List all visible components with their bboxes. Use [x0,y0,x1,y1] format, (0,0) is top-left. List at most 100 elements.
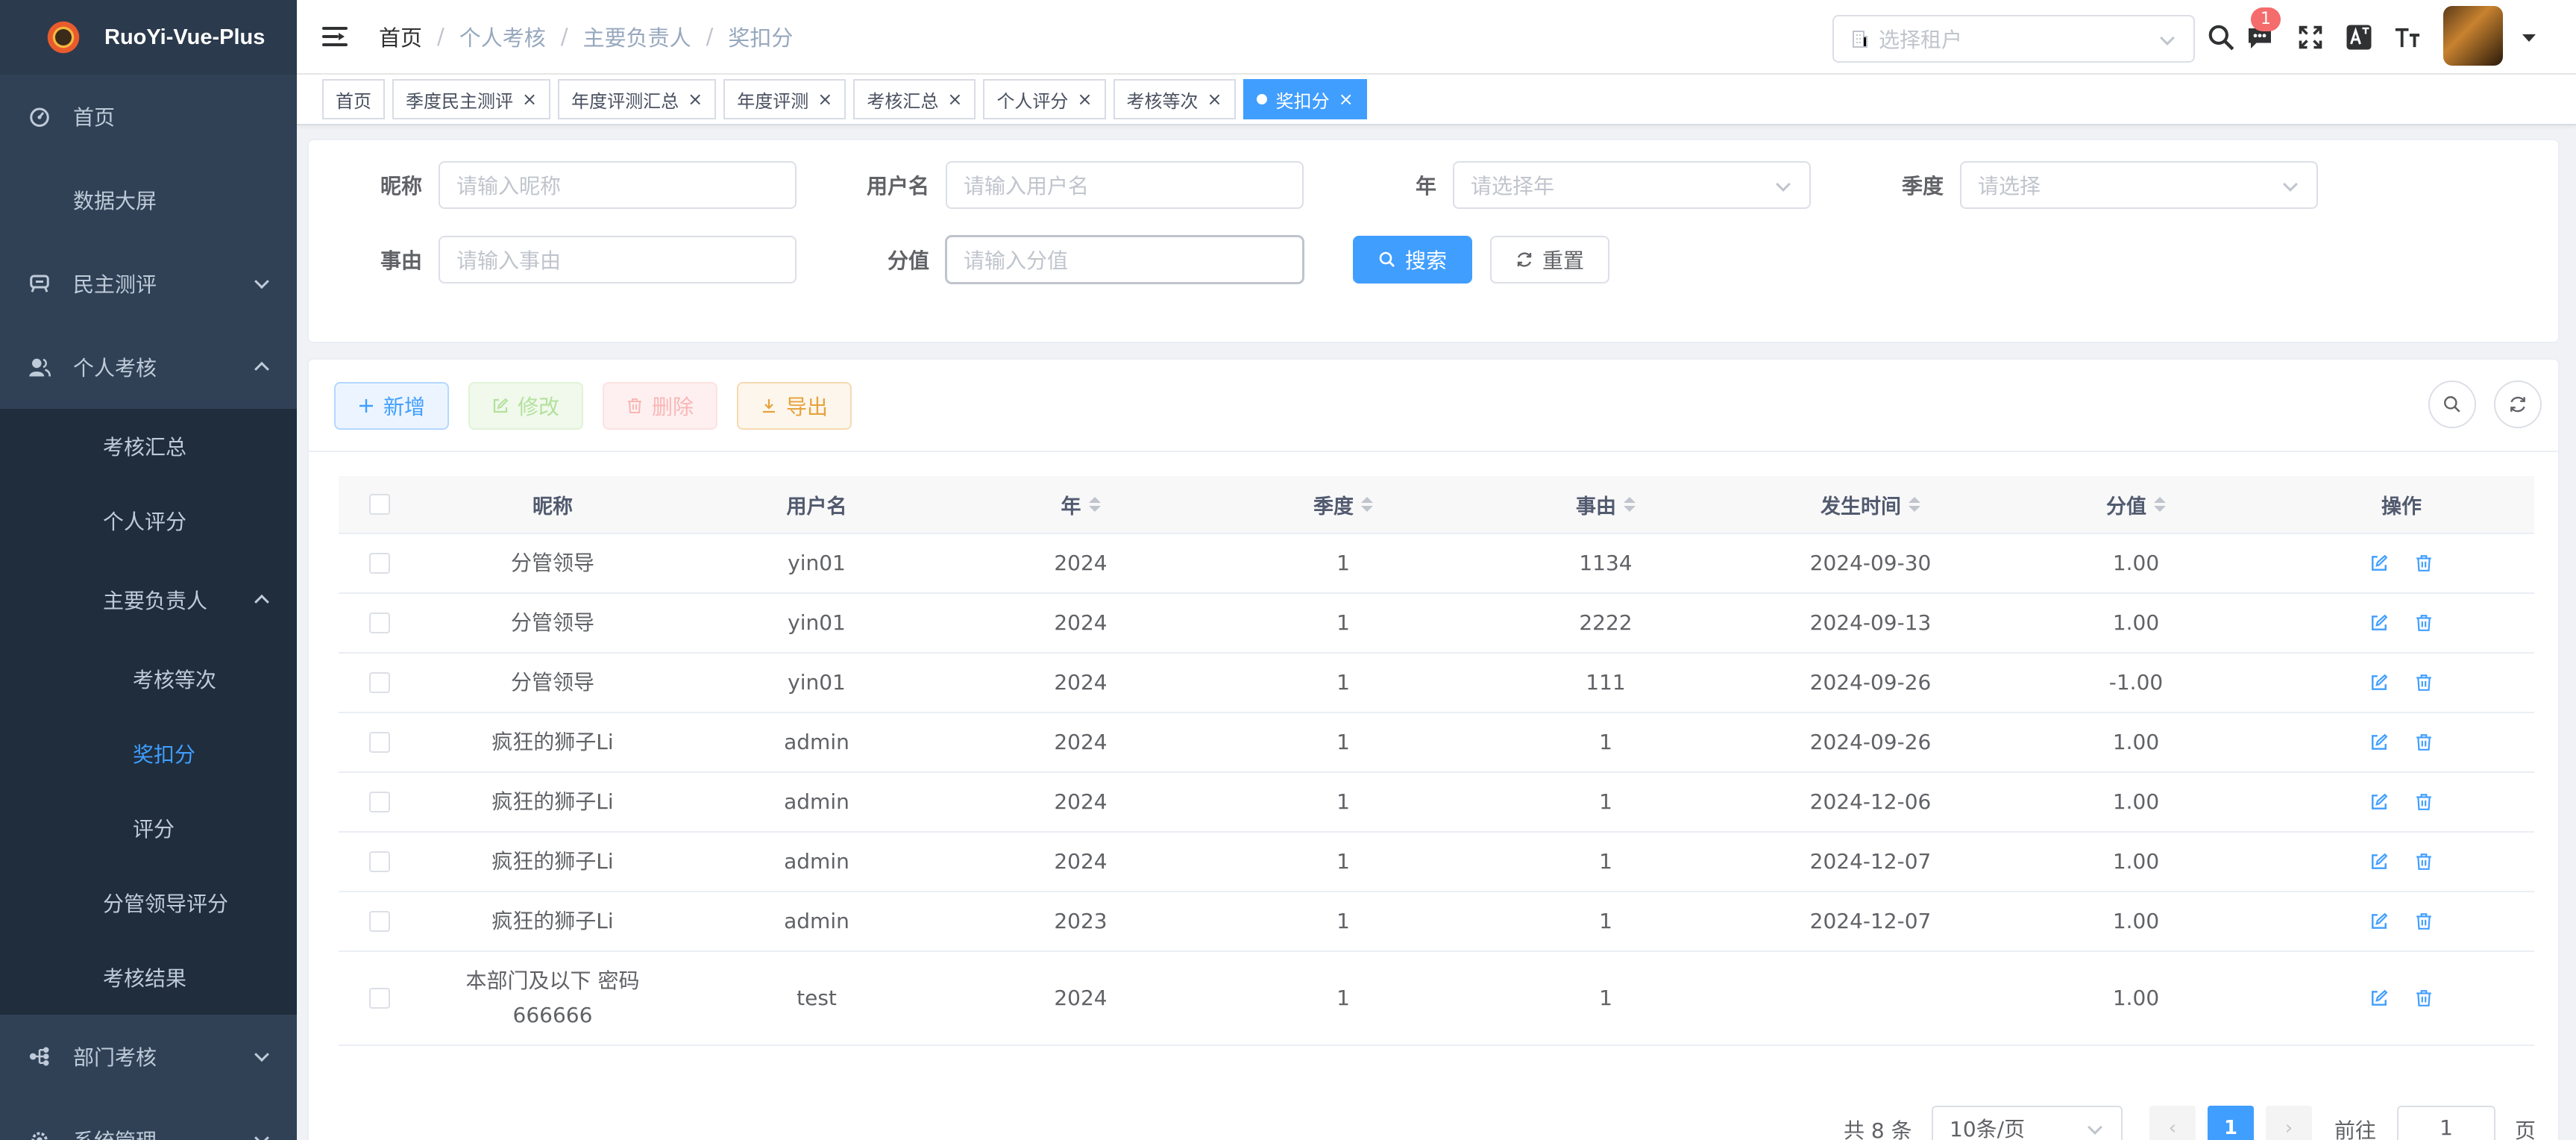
search-icon[interactable] [2206,22,2236,52]
trash-icon[interactable] [2413,851,2434,872]
trash-icon[interactable] [2413,911,2434,932]
sidebar-item-assessment-result[interactable]: 考核结果 [0,940,297,1015]
edit-icon[interactable] [2369,672,2390,693]
column-header-reason[interactable]: 事由 [1474,490,1738,519]
tag-assessment-grade[interactable]: 考核等次 × [1113,79,1236,119]
cell-quarter: 1 [1336,610,1350,635]
column-header-quarter[interactable]: 季度 [1213,490,1474,519]
tag-home[interactable]: 首页 [322,79,385,119]
username-input[interactable]: 请输入用户名 [946,161,1304,209]
cell-nickname: 分管领导 [510,670,594,695]
sidebar-item-assessment-summary[interactable]: 考核汇总 [0,409,297,483]
translate-icon[interactable] [2344,22,2374,52]
tenant-select[interactable]: 选择租户 [1832,15,2195,63]
close-icon[interactable]: × [1077,89,1092,110]
tag-personal-score[interactable]: 个人评分 × [983,79,1106,119]
close-icon[interactable]: × [817,89,832,110]
page-size-select[interactable]: 10条/页 [1932,1106,2123,1140]
score-input[interactable]: 请输入分值 [946,236,1304,284]
sort-icon[interactable] [1909,497,1920,512]
sort-icon[interactable] [1361,497,1373,512]
table-header: 昵称 用户名 年 季度 事由 发生时间 分值 操作 [339,476,2534,534]
sidebar-item-system-admin[interactable]: 系统管理 [0,1098,297,1140]
avatar[interactable] [2443,6,2503,66]
tag-assessment-summary[interactable]: 考核汇总 × [853,79,976,119]
sort-icon[interactable] [1088,497,1101,512]
select-all-checkbox[interactable] [369,494,390,515]
tag-annual-eval-summary[interactable]: 年度评测汇总 × [558,79,717,119]
export-button[interactable]: 导出 [737,382,852,430]
row-checkbox[interactable] [369,732,390,753]
sidebar-item-leader-score[interactable]: 分管领导评分 [0,865,297,940]
reason-input[interactable]: 请输入事由 [439,236,797,284]
trash-icon[interactable] [2413,553,2434,574]
next-page-button[interactable]: › [2266,1106,2312,1140]
close-icon[interactable]: × [947,89,962,110]
column-header-year[interactable]: 年 [949,490,1213,519]
fullscreen-icon[interactable] [2296,22,2325,52]
sidebar-item-rating[interactable]: 评分 [0,791,297,865]
sidebar-item-personal-score[interactable]: 个人评分 [0,483,297,558]
nickname-input[interactable]: 请输入昵称 [439,161,797,209]
quarter-select[interactable]: 请选择 [1960,161,2318,209]
sidebar-item-assessment-grade[interactable]: 考核等次 [0,642,297,716]
trash-icon[interactable] [2413,792,2434,812]
trash-icon[interactable] [2413,613,2434,633]
sidebar-item-main-leader[interactable]: 主要负责人 [0,558,297,642]
row-checkbox[interactable] [369,553,390,574]
edit-icon[interactable] [2369,792,2390,812]
row-checkbox[interactable] [369,613,390,633]
column-header-time[interactable]: 发生时间 [1738,490,2003,519]
tag-annual-eval[interactable]: 年度评测 × [723,79,846,119]
sidebar-item-personal-assessment[interactable]: 个人考核 [0,325,297,409]
breadcrumb-item-home[interactable]: 首页 [379,21,422,52]
sidebar-item-home[interactable]: 首页 [0,75,297,158]
toggle-search-button[interactable] [2428,380,2476,428]
edit-icon[interactable] [2369,553,2390,574]
sidebar-logo[interactable]: RuoYi-Vue-Plus [0,0,297,75]
caret-down-icon[interactable] [2522,34,2536,42]
close-icon[interactable]: × [688,89,703,110]
page-number-button[interactable]: 1 [2208,1106,2254,1140]
trash-icon[interactable] [2413,732,2434,753]
sidebar-item-data-screen[interactable]: 数据大屏 [0,158,297,242]
edit-button[interactable]: 修改 [468,382,584,430]
chevron-up-icon [254,361,269,377]
hamburger-icon[interactable] [322,25,348,48]
search-button[interactable]: 搜索 [1353,236,1472,284]
prev-page-button[interactable]: ‹ [2149,1106,2196,1140]
close-icon[interactable]: × [1207,89,1222,110]
row-checkbox[interactable] [369,911,390,932]
tag-quarter-democratic-eval[interactable]: 季度民主测评 × [392,79,551,119]
sidebar-item-dept-assessment[interactable]: 部门考核 [0,1015,297,1098]
refresh-button[interactable] [2494,380,2542,428]
row-checkbox[interactable] [369,792,390,812]
add-button[interactable]: 新增 [334,382,450,430]
row-checkbox[interactable] [369,672,390,693]
trash-icon[interactable] [2413,672,2434,693]
edit-icon[interactable] [2369,988,2390,1009]
sidebar-item-reward-deduction[interactable]: 奖扣分 [0,716,297,791]
submenu-personal-assessment: 考核汇总 个人评分 主要负责人 考核等次 奖扣分 评分 分管领导评分 考核结果 [0,409,297,1015]
edit-icon[interactable] [2369,613,2390,633]
edit-icon[interactable] [2369,732,2390,753]
sort-icon[interactable] [1624,497,1636,512]
column-header-score[interactable]: 分值 [2003,490,2269,519]
chevron-down-icon [254,274,269,289]
goto-page-input[interactable]: 1 [2397,1106,2495,1140]
sort-icon[interactable] [2154,497,2166,512]
sidebar-item-democratic-eval[interactable]: 民主测评 [0,242,297,325]
close-icon[interactable]: × [1339,89,1354,110]
close-icon[interactable]: × [522,89,537,110]
font-size-icon[interactable] [2393,22,2422,52]
tag-reward-deduction[interactable]: 奖扣分 × [1243,79,1367,119]
cell-username: admin [784,909,849,933]
row-checkbox[interactable] [369,851,390,872]
delete-button[interactable]: 删除 [603,382,718,430]
trash-icon[interactable] [2413,988,2434,1009]
row-checkbox[interactable] [369,988,390,1009]
edit-icon[interactable] [2369,911,2390,932]
reset-button[interactable]: 重置 [1490,236,1609,284]
edit-icon[interactable] [2369,851,2390,872]
year-select[interactable]: 请选择年 [1453,161,1811,209]
